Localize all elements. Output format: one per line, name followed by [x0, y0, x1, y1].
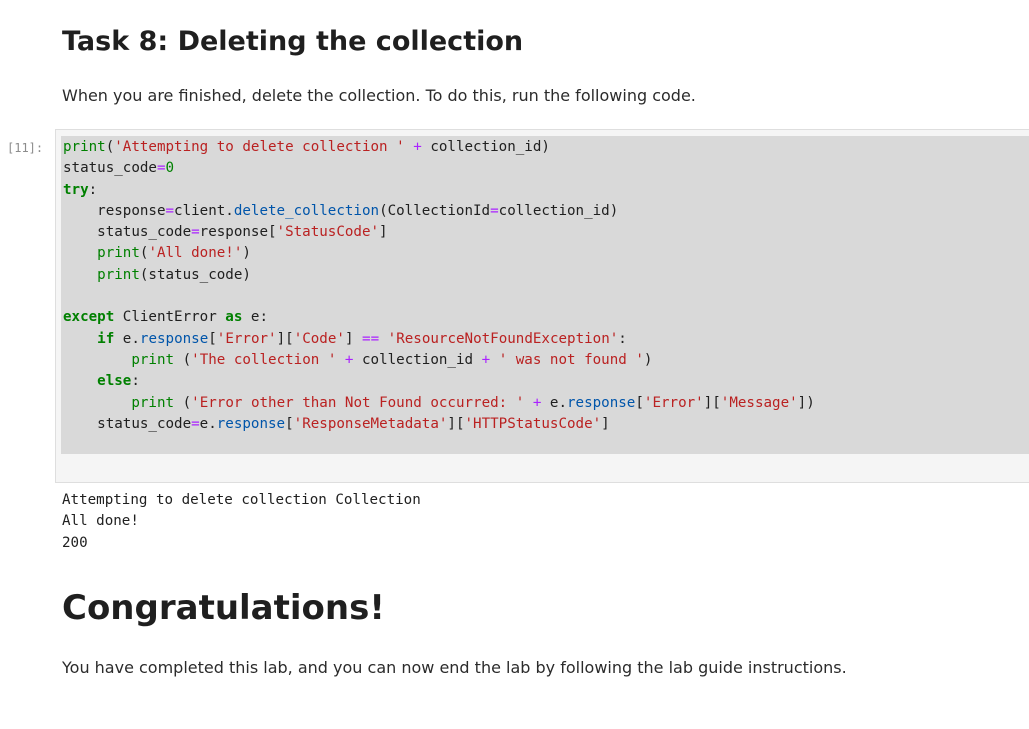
code-line: except ClientError as e: — [63, 309, 269, 326]
output-line: 200 — [62, 534, 88, 551]
cell-output: Attempting to delete collection Collecti… — [62, 490, 421, 554]
code-line: print('Attempting to delete collection '… — [63, 139, 550, 155]
code-line: response=client.delete_collection(Collec… — [63, 202, 619, 219]
intro-text: When you are finished, delete the collec… — [62, 86, 696, 105]
code-line: try: — [63, 181, 98, 198]
cell-prompt: [11]: — [7, 141, 44, 155]
code-line: print ('The collection ' + collection_id… — [131, 351, 653, 368]
code-line: print('All done!') — [97, 245, 251, 262]
code-line: print ('Error other than Not Found occur… — [131, 394, 815, 411]
code-line: status_code=response['StatusCode'] — [63, 224, 388, 241]
final-text: You have completed this lab, and you can… — [62, 658, 847, 677]
output-line: All done! — [62, 513, 139, 530]
code-content[interactable]: print('Attempting to delete collection '… — [63, 137, 815, 435]
code-line: if e.response['Error']['Code'] == 'Resou… — [97, 330, 627, 347]
congrats-heading: Congratulations! — [62, 588, 385, 628]
code-line: else: — [97, 373, 140, 390]
task-heading: Task 8: Deleting the collection — [62, 26, 524, 57]
code-line: status_code=e.response['ResponseMetadata… — [63, 415, 610, 432]
code-line: print(status_code) — [97, 266, 251, 283]
code-line: status_code=0 — [63, 160, 175, 177]
output-line: Attempting to delete collection Collecti… — [62, 492, 421, 508]
